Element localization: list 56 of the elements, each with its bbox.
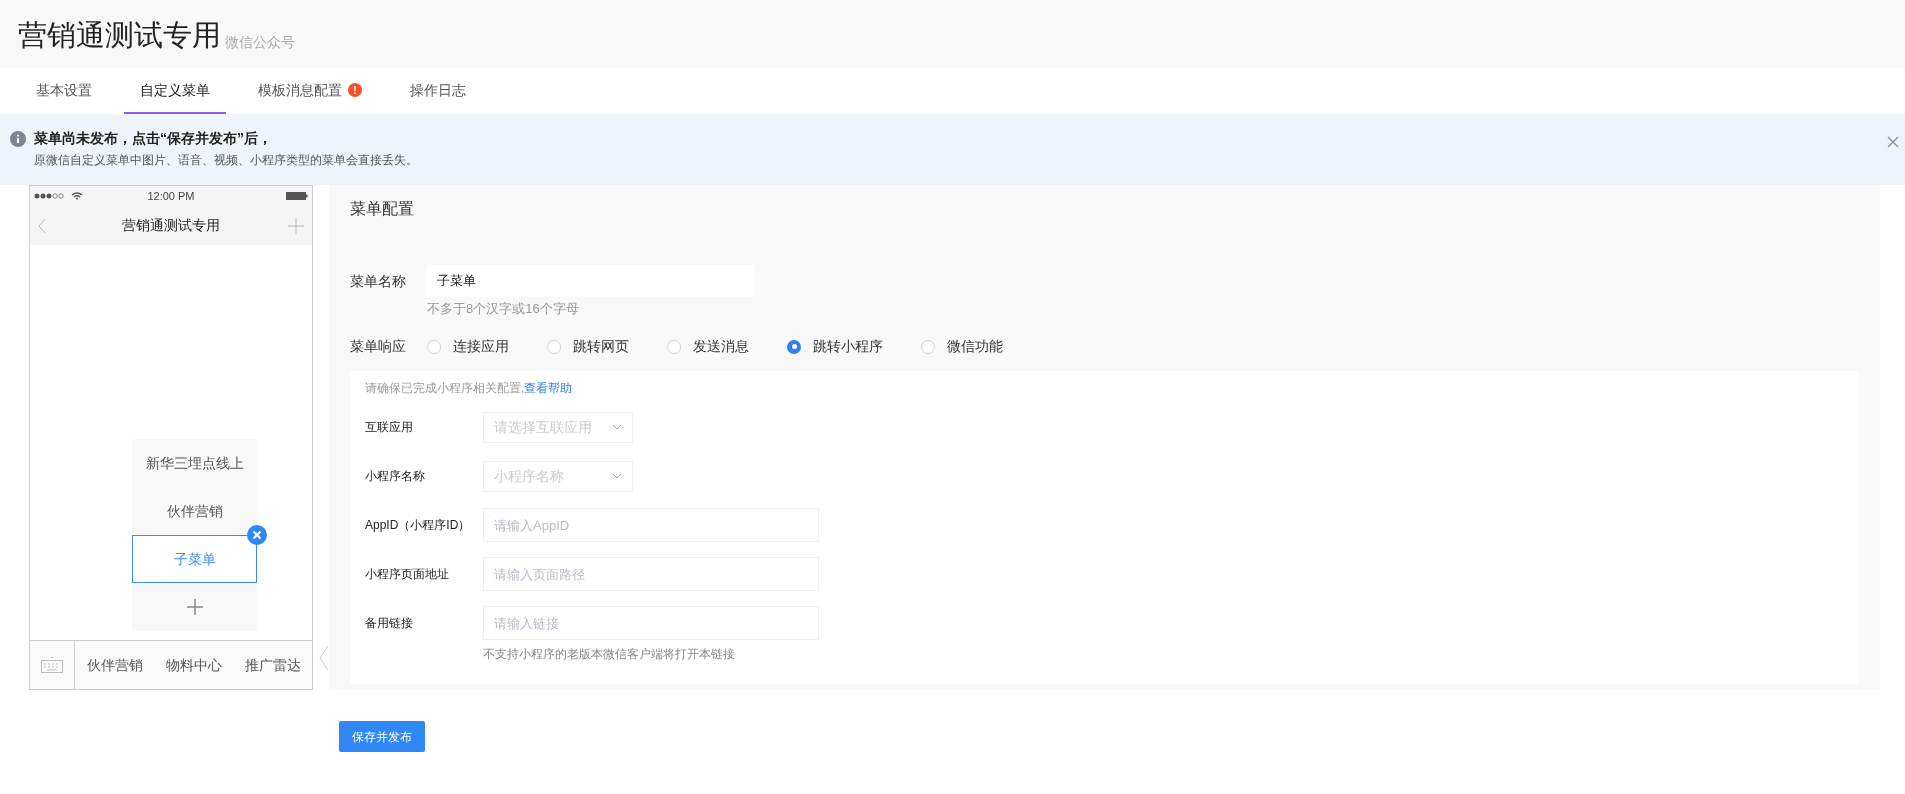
menu-item[interactable]: 伙伴营销 <box>75 641 154 689</box>
remove-icon[interactable] <box>247 525 267 545</box>
field-label: AppID（小程序ID） <box>365 517 472 534</box>
plus-icon[interactable] <box>288 217 304 234</box>
section-title: 菜单配置 <box>350 199 415 219</box>
radio-label: 跳转网页 <box>573 337 629 356</box>
radio-label: 跳转小程序 <box>813 337 883 356</box>
save-publish-button[interactable]: 保存并发布 <box>339 721 425 752</box>
radio-label: 微信功能 <box>947 337 1003 356</box>
wifi-icon <box>71 191 83 201</box>
info-icon <box>10 131 26 147</box>
signal-icon <box>34 193 64 199</box>
close-icon[interactable] <box>1887 136 1899 148</box>
radio-button[interactable] <box>921 339 935 354</box>
chevron-left-icon[interactable] <box>319 645 329 671</box>
add-icon[interactable] <box>186 599 203 615</box>
input-field[interactable]: 请输入AppID <box>483 508 819 542</box>
tab[interactable]: 模板消息配置 ! <box>242 68 378 114</box>
field-label: 菜单响应 <box>350 337 407 356</box>
back-icon[interactable] <box>38 217 46 234</box>
tab[interactable]: 操作日志 <box>394 68 482 114</box>
page-subtitle: 微信公众号 <box>225 35 295 49</box>
field-label: 小程序页面地址 <box>365 566 450 583</box>
field-label: 小程序名称 <box>365 468 426 485</box>
chevron-down-icon[interactable] <box>612 424 622 430</box>
notice-text: 原微信自定义菜单中图片、语音、视频、小程序类型的菜单会直接丢失。 <box>34 152 418 169</box>
help-link[interactable]: 查看帮助 <box>524 380 573 395</box>
menu-item[interactable]: 物料中心 <box>154 641 233 689</box>
radio-button[interactable] <box>427 339 441 354</box>
menu-item[interactable]: 推广雷达 <box>233 641 312 689</box>
radio-button[interactable] <box>667 339 681 354</box>
chat-title: 营销通测试专用 <box>122 216 220 235</box>
submenu-item[interactable]: 伙伴营销 <box>132 487 257 535</box>
menu-name-field[interactable]: 子菜单 <box>427 265 755 297</box>
field-label: 互联应用 <box>365 419 414 436</box>
field-hint: 不多于8个汉字或16个字母 <box>427 300 580 318</box>
submenu-item[interactable]: 新华三埋点线上 <box>132 439 257 487</box>
input-field[interactable]: 请输入链接 <box>483 606 819 640</box>
input-field[interactable]: 请输入页面路径 <box>483 557 819 591</box>
page-title: 营销通测试专用 <box>18 21 221 50</box>
submenu-item[interactable]: 子菜单 <box>132 535 257 583</box>
status-time: 12:00 PM <box>147 188 195 204</box>
radio-button[interactable] <box>787 339 801 354</box>
radio-label: 发送消息 <box>693 337 749 356</box>
tab[interactable]: 基本设置 <box>20 68 108 114</box>
field-label: 备用链接 <box>365 615 414 632</box>
keyboard-icon[interactable] <box>41 657 63 673</box>
chevron-down-icon[interactable] <box>612 473 622 479</box>
help-text: 请确保已完成小程序相关配置,查看帮助 <box>365 379 574 397</box>
alert-badge: ! <box>348 83 362 97</box>
radio-button[interactable] <box>547 339 561 354</box>
notice-title: 菜单尚未发布，点击“保存并发布”后， <box>34 129 272 148</box>
field-hint: 不支持小程序的老版本微信客户端将打开本链接 <box>483 645 736 663</box>
field-label: 菜单名称 <box>350 272 407 291</box>
radio-label: 连接应用 <box>453 337 509 356</box>
battery-icon <box>286 192 308 200</box>
